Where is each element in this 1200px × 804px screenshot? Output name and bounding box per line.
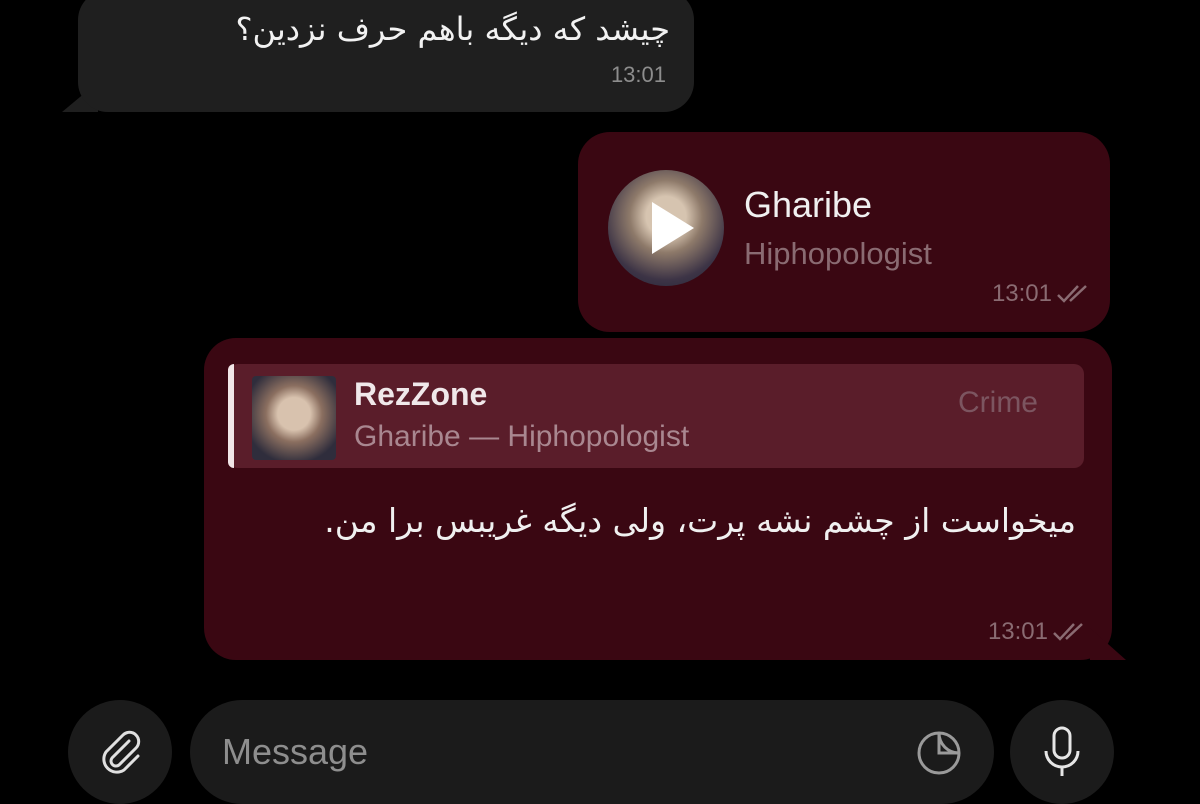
double-check-icon <box>1053 623 1083 641</box>
incoming-message-bubble[interactable]: چیشد که دیگه باهم حرف نزدین؟ 13:01 <box>78 0 694 112</box>
quote-thumbnail <box>252 376 336 460</box>
audio-message-bubble[interactable]: Gharibe Hiphopologist 13:01 <box>578 132 1110 332</box>
incoming-message-text: چیشد که دیگه باهم حرف نزدین؟ <box>235 10 670 48</box>
chat-view: چیشد که دیگه باهم حرف نزدین؟ 13:01 Ghari… <box>0 0 1200 804</box>
track-artist: Hiphopologist <box>744 236 932 271</box>
reply-message-time: 13:01 <box>987 618 1048 645</box>
sticker-icon[interactable] <box>912 726 966 780</box>
quote-track-info: Gharibe — Hiphopologist <box>354 420 690 453</box>
microphone-icon <box>1044 726 1080 776</box>
reply-quote[interactable]: RezZone Gharibe — Hiphopologist Crime <box>228 364 1084 468</box>
message-input-container <box>190 700 994 804</box>
track-title: Gharibe <box>744 184 873 225</box>
double-check-icon <box>1057 285 1087 303</box>
paperclip-icon <box>102 730 141 774</box>
attach-button[interactable] <box>68 700 172 804</box>
quote-sender-name: RezZone <box>354 376 488 412</box>
play-icon[interactable] <box>652 202 694 254</box>
reply-message-text: میخواست از چشم نشه پرت، ولی دیگه غریبس ب… <box>324 501 1076 540</box>
album-cover <box>608 170 724 286</box>
incoming-message-time: 13:01 <box>610 62 666 87</box>
voice-record-button[interactable] <box>1010 700 1114 804</box>
audio-message-meta: 13:01 <box>992 280 1094 308</box>
quote-accent-bar <box>228 364 234 468</box>
reply-message-bubble[interactable]: RezZone Gharibe — Hiphopologist Crime می… <box>204 338 1112 660</box>
reply-message-meta: 13:01 <box>988 618 1090 646</box>
message-input[interactable] <box>220 726 884 778</box>
quote-tag: Crime <box>958 386 1038 419</box>
audio-message-time: 13:01 <box>991 280 1052 307</box>
